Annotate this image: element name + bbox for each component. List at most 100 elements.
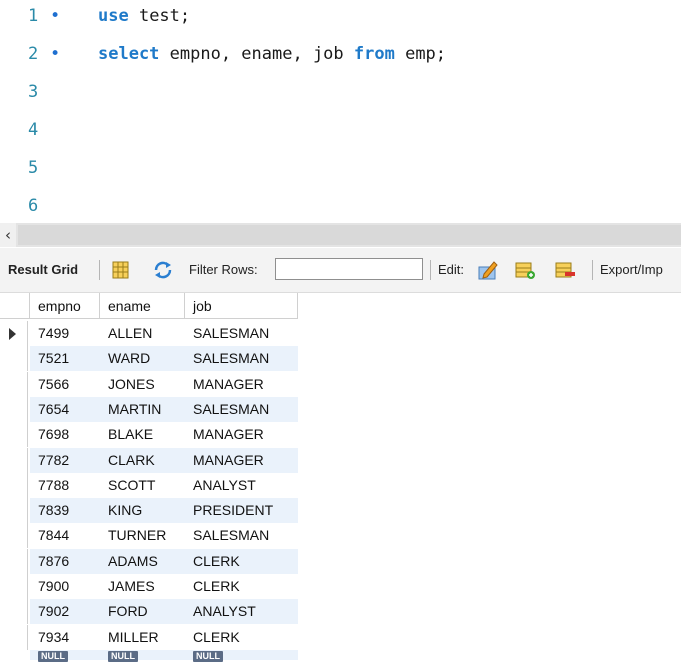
table-row[interactable]: 7934 MILLER CLERK: [30, 624, 298, 650]
table-row[interactable]: 7782 CLARK MANAGER: [30, 447, 298, 473]
table-cell[interactable]: JAMES: [100, 574, 185, 599]
line-number: 5: [28, 158, 39, 178]
table-row[interactable]: 7566 JONES MANAGER: [30, 371, 298, 397]
sql-editor[interactable]: 1 • use test; 2 • select empno, ename, job fr…: [0, 0, 681, 222]
table-cell[interactable]: JONES: [100, 372, 185, 397]
row-header[interactable]: [0, 346, 28, 372]
table-cell[interactable]: CLERK: [185, 549, 298, 574]
sql-keyword: use: [98, 6, 129, 26]
table-cell[interactable]: FORD: [100, 599, 185, 624]
null-cell[interactable]: NULL: [185, 650, 298, 662]
table-row[interactable]: 7788 SCOTT ANALYST: [30, 472, 298, 498]
table-cell[interactable]: SCOTT: [100, 473, 185, 498]
table-cell[interactable]: SALESMAN: [185, 321, 298, 346]
editor-horizontal-scrollbar[interactable]: ‹: [0, 223, 681, 247]
table-row[interactable]: 7839 KING PRESIDENT: [30, 498, 298, 524]
row-header[interactable]: [0, 624, 28, 650]
table-cell[interactable]: 7900: [30, 574, 100, 599]
table-cell[interactable]: 7521: [30, 346, 100, 371]
table-cell[interactable]: 7788: [30, 473, 100, 498]
code-line[interactable]: 5: [0, 152, 681, 190]
table-cell[interactable]: MILLER: [100, 625, 185, 650]
table-cell[interactable]: 7499: [30, 321, 100, 346]
sql-text: test;: [128, 6, 191, 26]
scrollbar-track[interactable]: [18, 225, 681, 245]
table-row[interactable]: 7902 FORD ANALYST: [30, 599, 298, 625]
code-text[interactable]: select empno, ename, job from emp;: [98, 44, 446, 64]
table-row[interactable]: 7698 BLAKE MANAGER: [30, 422, 298, 448]
table-row[interactable]: 7654 MARTIN SALESMAN: [30, 396, 298, 422]
filter-rows-input[interactable]: [275, 258, 423, 280]
table-cell[interactable]: 7876: [30, 549, 100, 574]
row-header[interactable]: [0, 472, 28, 498]
delete-row-icon[interactable]: [554, 259, 576, 281]
row-header[interactable]: [0, 548, 28, 574]
table-cell[interactable]: SALESMAN: [185, 523, 298, 548]
table-cell[interactable]: ADAMS: [100, 549, 185, 574]
table-cell[interactable]: 7934: [30, 625, 100, 650]
table-cell[interactable]: CLARK: [100, 448, 185, 473]
null-cell[interactable]: NULL: [100, 650, 185, 662]
table-cell[interactable]: BLAKE: [100, 422, 185, 447]
table-cell[interactable]: SALESMAN: [185, 397, 298, 422]
table-cell[interactable]: 7566: [30, 372, 100, 397]
table-cell[interactable]: WARD: [100, 346, 185, 371]
table-cell[interactable]: SALESMAN: [185, 346, 298, 371]
code-line[interactable]: 2 • select empno, ename, job from emp;: [0, 38, 681, 76]
new-row-placeholder[interactable]: NULL NULL NULL: [30, 649, 298, 662]
table-row[interactable]: 7521 WARD SALESMAN: [30, 346, 298, 372]
export-import-button[interactable]: Export/Imp: [600, 262, 663, 277]
toolbar-divider: [430, 260, 431, 280]
row-header[interactable]: [0, 574, 28, 599]
row-header[interactable]: [0, 447, 28, 473]
sql-keyword: from: [353, 44, 395, 64]
table-cell[interactable]: ANALYST: [185, 599, 298, 624]
table-cell[interactable]: 7654: [30, 397, 100, 422]
table-cell[interactable]: MANAGER: [185, 448, 298, 473]
row-header[interactable]: [0, 498, 28, 524]
column-header-0[interactable]: empno: [30, 293, 100, 319]
table-cell[interactable]: MANAGER: [185, 372, 298, 397]
column-header-1[interactable]: ename: [100, 293, 185, 319]
code-line[interactable]: 3: [0, 76, 681, 114]
sql-text: emp;: [394, 44, 447, 64]
table-row[interactable]: 7900 JAMES CLERK: [30, 574, 298, 599]
table-row[interactable]: 7499 ALLEN SALESMAN: [30, 321, 298, 346]
table-cell[interactable]: 7844: [30, 523, 100, 548]
table-cell[interactable]: 7902: [30, 599, 100, 624]
code-line[interactable]: 1 • use test;: [0, 0, 681, 38]
table-cell[interactable]: ANALYST: [185, 473, 298, 498]
grid-view-icon[interactable]: [110, 259, 132, 281]
result-toolbar: Result Grid Filter Rows: Edit: Export/Im…: [0, 248, 681, 293]
code-line[interactable]: 4: [0, 114, 681, 152]
scroll-left-arrow-icon[interactable]: ‹: [0, 223, 16, 247]
code-text[interactable]: use test;: [98, 6, 190, 26]
table-cell[interactable]: MANAGER: [185, 422, 298, 447]
null-cell[interactable]: NULL: [30, 650, 100, 662]
table-cell[interactable]: 7782: [30, 448, 100, 473]
table-row[interactable]: 7844 TURNER SALESMAN: [30, 523, 298, 549]
table-cell[interactable]: KING: [100, 498, 185, 523]
edit-current-row-icon[interactable]: [477, 259, 499, 281]
row-header[interactable]: [0, 396, 28, 422]
result-grid-tab[interactable]: Result Grid: [8, 262, 78, 277]
sql-text: empno, ename, job: [159, 44, 354, 64]
statement-marker-icon: •: [50, 6, 61, 26]
row-header[interactable]: [0, 321, 28, 346]
table-cell[interactable]: TURNER: [100, 523, 185, 548]
table-cell[interactable]: MARTIN: [100, 397, 185, 422]
table-cell[interactable]: CLERK: [185, 625, 298, 650]
table-cell[interactable]: 7839: [30, 498, 100, 523]
row-header[interactable]: [0, 422, 28, 448]
row-header[interactable]: [0, 523, 28, 549]
table-cell[interactable]: CLERK: [185, 574, 298, 599]
row-header[interactable]: [0, 371, 28, 397]
table-cell[interactable]: ALLEN: [100, 321, 185, 346]
column-header-2[interactable]: job: [185, 293, 298, 319]
row-header[interactable]: [0, 599, 28, 625]
refresh-icon[interactable]: [152, 259, 174, 281]
table-cell[interactable]: 7698: [30, 422, 100, 447]
table-row[interactable]: 7876 ADAMS CLERK: [30, 548, 298, 574]
table-cell[interactable]: PRESIDENT: [185, 498, 298, 523]
insert-row-icon[interactable]: [514, 259, 536, 281]
